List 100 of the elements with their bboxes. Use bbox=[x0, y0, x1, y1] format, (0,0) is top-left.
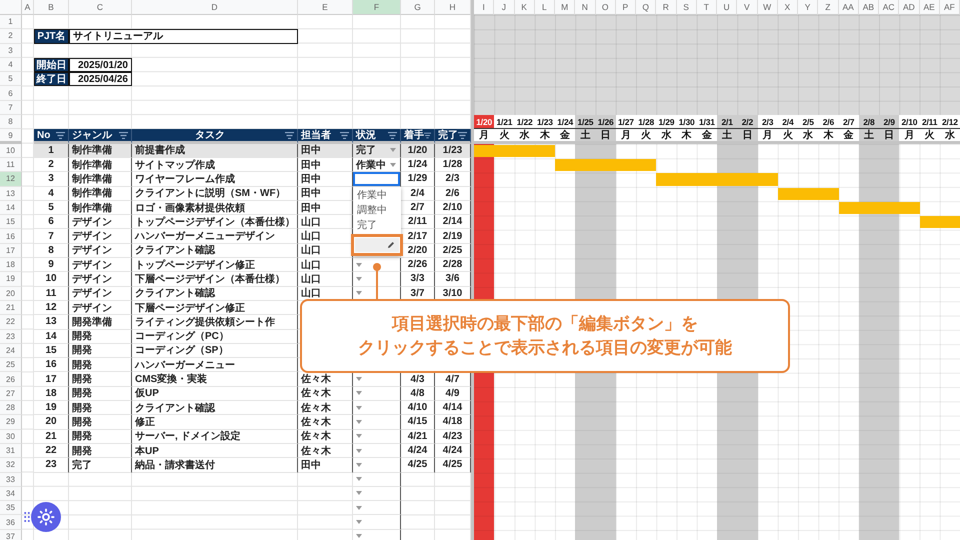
row-header[interactable]: 29 bbox=[0, 415, 22, 430]
table-cell: 田中 bbox=[298, 158, 353, 172]
drag-handle-icon[interactable] bbox=[24, 511, 30, 523]
column-header[interactable]: T bbox=[696, 0, 717, 15]
caret-icon bbox=[390, 162, 396, 167]
table-cell: 15 bbox=[34, 344, 69, 358]
weekday-header: 日 bbox=[737, 129, 758, 144]
row-header[interactable]: 3 bbox=[0, 44, 22, 58]
column-header[interactable]: I bbox=[474, 0, 494, 15]
column-header[interactable]: R bbox=[656, 0, 676, 15]
edit-button[interactable] bbox=[355, 238, 399, 252]
weekday-header: 水 bbox=[656, 129, 676, 144]
status-dropdown[interactable]: 作業中 bbox=[353, 158, 401, 172]
column-header[interactable]: AF bbox=[940, 0, 960, 15]
column-header[interactable]: Y bbox=[798, 0, 818, 15]
status-dropdown[interactable] bbox=[353, 172, 401, 187]
column-header[interactable]: L bbox=[534, 0, 555, 15]
row-header[interactable]: 36 bbox=[0, 515, 22, 530]
column-header[interactable]: F bbox=[353, 0, 401, 15]
row-header[interactable]: 18 bbox=[0, 258, 22, 272]
column-header[interactable]: S bbox=[676, 0, 697, 15]
row-header[interactable]: 28 bbox=[0, 401, 22, 416]
menu-option[interactable]: 完了 bbox=[353, 217, 401, 232]
row-header[interactable]: 11 bbox=[0, 158, 22, 172]
table-cell: 佐々木 bbox=[298, 372, 353, 387]
column-header[interactable]: V bbox=[737, 0, 758, 15]
column-header[interactable]: AA bbox=[838, 0, 859, 15]
column-header[interactable]: AB bbox=[858, 0, 879, 15]
column-header[interactable]: P bbox=[616, 0, 636, 15]
menu-option[interactable]: 調整中 bbox=[353, 202, 401, 217]
filter-icon[interactable] bbox=[388, 132, 397, 139]
row-header[interactable]: 15 bbox=[0, 215, 22, 230]
filter-icon[interactable] bbox=[119, 132, 128, 139]
row-header[interactable]: 7 bbox=[0, 100, 22, 116]
filter-icon[interactable] bbox=[458, 132, 467, 139]
row-header[interactable]: 9 bbox=[0, 129, 22, 144]
filter-icon[interactable] bbox=[340, 132, 349, 139]
column-header[interactable]: Q bbox=[636, 0, 656, 15]
table-cell: 1/23 bbox=[435, 144, 471, 158]
row-header[interactable]: 27 bbox=[0, 386, 22, 402]
row-header[interactable]: 4 bbox=[0, 58, 22, 72]
row-header[interactable]: 21 bbox=[0, 300, 22, 316]
table-cell: 制作準備 bbox=[69, 172, 132, 187]
select-all-corner[interactable] bbox=[0, 0, 22, 15]
column-header[interactable]: AD bbox=[899, 0, 920, 15]
column-header[interactable]: A bbox=[22, 0, 34, 15]
column-header[interactable]: AC bbox=[879, 0, 900, 15]
column-header[interactable]: W bbox=[758, 0, 778, 15]
weekday-header: 土 bbox=[717, 129, 738, 144]
filter-icon[interactable] bbox=[285, 132, 294, 139]
column-header[interactable]: K bbox=[514, 0, 535, 15]
filter-icon[interactable] bbox=[56, 132, 65, 139]
row-header[interactable]: 1 bbox=[0, 15, 22, 30]
row-header[interactable]: 23 bbox=[0, 330, 22, 344]
row-header[interactable]: 33 bbox=[0, 472, 22, 487]
column-header[interactable]: J bbox=[494, 0, 514, 15]
row-header[interactable]: 37 bbox=[0, 530, 22, 540]
row-header[interactable]: 22 bbox=[0, 315, 22, 330]
table-cell: 4/9 bbox=[435, 386, 471, 402]
row-header[interactable]: 8 bbox=[0, 115, 22, 130]
row-header[interactable]: 32 bbox=[0, 458, 22, 472]
row-header[interactable]: 20 bbox=[0, 286, 22, 301]
row-header[interactable]: 2 bbox=[0, 29, 22, 44]
menu-option[interactable]: 作業中 bbox=[353, 187, 401, 202]
row-header[interactable]: 31 bbox=[0, 444, 22, 458]
column-header[interactable]: U bbox=[717, 0, 738, 15]
column-header[interactable]: M bbox=[555, 0, 576, 15]
row-header[interactable]: 19 bbox=[0, 272, 22, 287]
row-header[interactable]: 10 bbox=[0, 144, 22, 158]
weekday-header: 木 bbox=[676, 129, 697, 144]
weekday-header: 日 bbox=[596, 129, 616, 144]
row-header[interactable]: 12 bbox=[0, 172, 22, 187]
row-header[interactable]: 35 bbox=[0, 501, 22, 516]
column-header[interactable]: H bbox=[435, 0, 471, 15]
row-header[interactable]: 25 bbox=[0, 358, 22, 372]
column-header[interactable]: N bbox=[575, 0, 596, 15]
status-dropdown[interactable]: 完了 bbox=[353, 144, 401, 158]
row-header[interactable]: 26 bbox=[0, 372, 22, 387]
column-header[interactable]: E bbox=[298, 0, 353, 15]
row-header[interactable]: 17 bbox=[0, 244, 22, 258]
row-header[interactable]: 14 bbox=[0, 200, 22, 216]
column-header[interactable]: AE bbox=[920, 0, 940, 15]
row-header[interactable]: 24 bbox=[0, 344, 22, 358]
filter-icon[interactable] bbox=[424, 132, 431, 139]
row-header[interactable]: 30 bbox=[0, 430, 22, 444]
status-dropdown[interactable] bbox=[353, 458, 401, 472]
column-header[interactable]: C bbox=[69, 0, 132, 15]
column-header[interactable]: O bbox=[596, 0, 616, 15]
column-header[interactable]: X bbox=[778, 0, 798, 15]
row-header[interactable]: 13 bbox=[0, 186, 22, 201]
row-header[interactable]: 5 bbox=[0, 72, 22, 86]
row-header[interactable]: 6 bbox=[0, 86, 22, 101]
row-header[interactable]: 16 bbox=[0, 229, 22, 244]
table-cell: 仮UP bbox=[132, 386, 298, 402]
table-cell: 10 bbox=[34, 272, 69, 287]
column-header[interactable]: B bbox=[34, 0, 69, 15]
column-header[interactable]: G bbox=[401, 0, 435, 15]
column-header[interactable]: D bbox=[132, 0, 298, 15]
row-header[interactable]: 34 bbox=[0, 486, 22, 502]
column-header[interactable]: Z bbox=[818, 0, 838, 15]
